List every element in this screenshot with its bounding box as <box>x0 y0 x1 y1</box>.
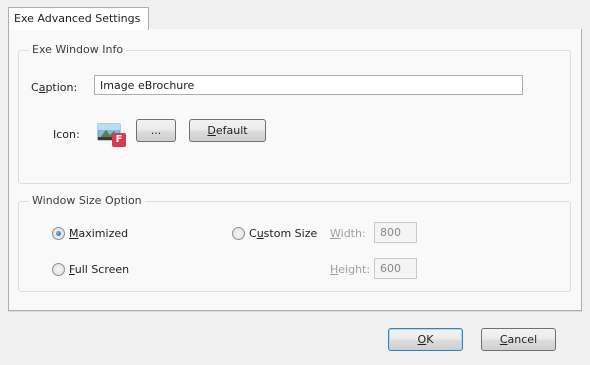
maximized-radio[interactable] <box>52 227 65 240</box>
height-input-value: 600 <box>380 262 401 275</box>
maximized-label[interactable]: Maximized <box>69 227 128 240</box>
settings-panel: Exe Window Info Caption: Image eBrochure… <box>8 29 582 311</box>
fullscreen-radio[interactable] <box>52 263 65 276</box>
tab-label: Exe Advanced Settings <box>14 12 141 25</box>
caption-label: Caption: <box>31 81 78 94</box>
height-input[interactable]: 600 <box>374 258 417 279</box>
height-label: Height: <box>330 263 371 276</box>
custom-size-radio[interactable] <box>232 227 245 240</box>
caption-input-value: Image eBrochure <box>100 79 195 92</box>
caption-input[interactable]: Image eBrochure <box>94 75 523 95</box>
width-label: Width: <box>330 227 366 240</box>
width-input-value: 800 <box>380 226 401 239</box>
group-title: Exe Window Info <box>29 43 127 56</box>
radio-selected-dot <box>56 231 61 236</box>
width-input[interactable]: 800 <box>374 222 417 243</box>
f-badge-icon: F <box>112 133 126 147</box>
tab-exe-advanced-settings[interactable]: Exe Advanced Settings <box>8 7 149 30</box>
custom-size-label[interactable]: Custom Size <box>249 227 317 240</box>
default-icon-button[interactable]: Default <box>189 119 266 142</box>
icon-label: Icon: <box>53 128 80 141</box>
browse-icon-button[interactable]: ... <box>136 119 176 142</box>
cancel-button[interactable]: Cancel <box>481 328 556 351</box>
exe-window-info-group: Exe Window Info Caption: Image eBrochure… <box>18 43 571 184</box>
exe-icon-preview: F <box>97 121 126 147</box>
fullscreen-label[interactable]: Full Screen <box>69 263 129 276</box>
footer-separator <box>8 311 582 312</box>
ok-button[interactable]: OK <box>388 328 463 351</box>
group-title: Window Size Option <box>29 194 145 207</box>
window-size-option-group: Window Size Option Maximized Full Screen… <box>18 194 571 292</box>
